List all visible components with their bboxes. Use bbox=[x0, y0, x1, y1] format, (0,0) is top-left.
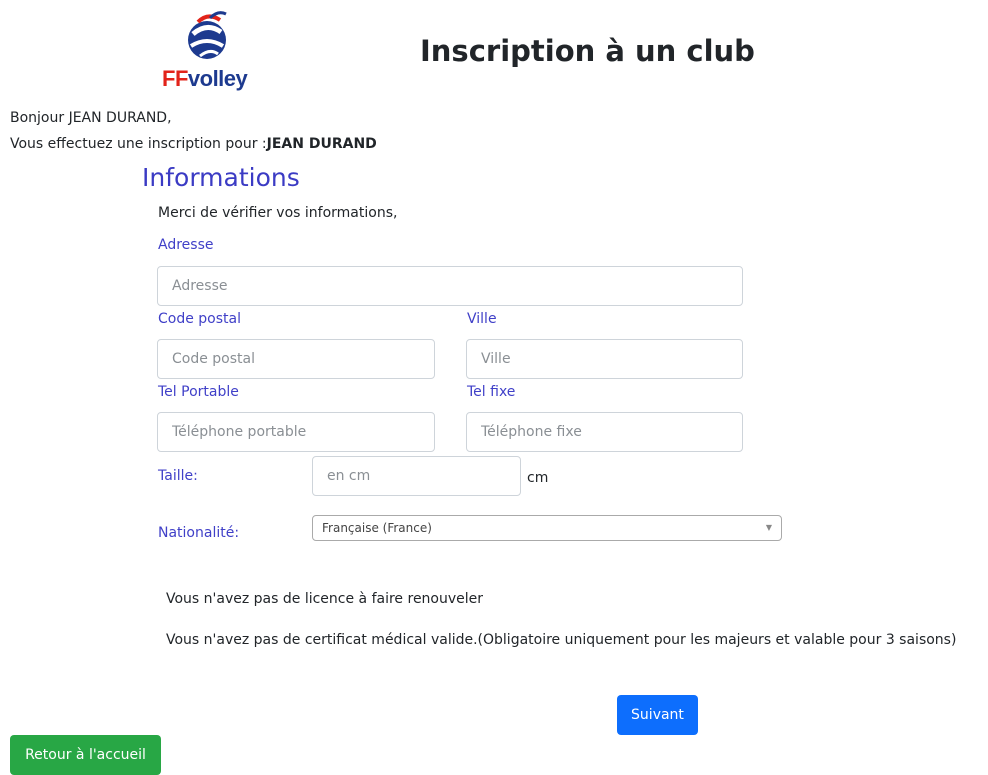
notice-prefix: Vous effectuez une inscription pour : bbox=[10, 136, 267, 152]
code-postal-label: Code postal bbox=[158, 311, 241, 327]
taille-label: Taille: bbox=[158, 468, 198, 484]
licence-status-message: Vous n'avez pas de licence à faire renou… bbox=[166, 591, 484, 607]
home-button[interactable]: Retour à l'accueil bbox=[10, 735, 161, 775]
ville-input[interactable] bbox=[466, 339, 743, 379]
registration-notice: Vous effectuez une inscription pour :JEA… bbox=[10, 136, 377, 152]
volleyball-icon bbox=[188, 11, 227, 59]
brand-ff: FF bbox=[162, 66, 188, 91]
certificat-status-message: Vous n'avez pas de certificat médical va… bbox=[166, 632, 957, 648]
code-postal-input[interactable] bbox=[157, 339, 435, 379]
page-title: Inscription à un club bbox=[420, 34, 755, 68]
tel-portable-label: Tel Portable bbox=[158, 384, 239, 400]
greeting-text: Bonjour JEAN DURAND, bbox=[10, 110, 172, 126]
taille-unit: cm bbox=[527, 470, 549, 486]
tel-fixe-input[interactable] bbox=[466, 412, 743, 452]
ville-label: Ville bbox=[467, 311, 497, 327]
section-title: Informations bbox=[142, 163, 300, 192]
notice-member-name: JEAN DURAND bbox=[266, 136, 377, 152]
nationalite-select[interactable]: Française (France) ▼ bbox=[312, 515, 782, 541]
adresse-label: Adresse bbox=[158, 237, 214, 253]
verify-message: Merci de vérifier vos informations, bbox=[158, 205, 398, 221]
taille-input[interactable] bbox=[312, 456, 521, 496]
brand-volley: volley bbox=[187, 66, 248, 91]
next-button[interactable]: Suivant bbox=[617, 695, 698, 735]
tel-portable-input[interactable] bbox=[157, 412, 435, 452]
nationalite-label: Nationalité: bbox=[158, 525, 240, 541]
brand-wordmark: FFvolley bbox=[162, 66, 248, 92]
nationalite-selected-value: Française (France) bbox=[322, 521, 432, 535]
tel-fixe-label: Tel fixe bbox=[467, 384, 516, 400]
adresse-input[interactable] bbox=[157, 266, 743, 306]
chevron-down-icon: ▼ bbox=[765, 523, 772, 532]
